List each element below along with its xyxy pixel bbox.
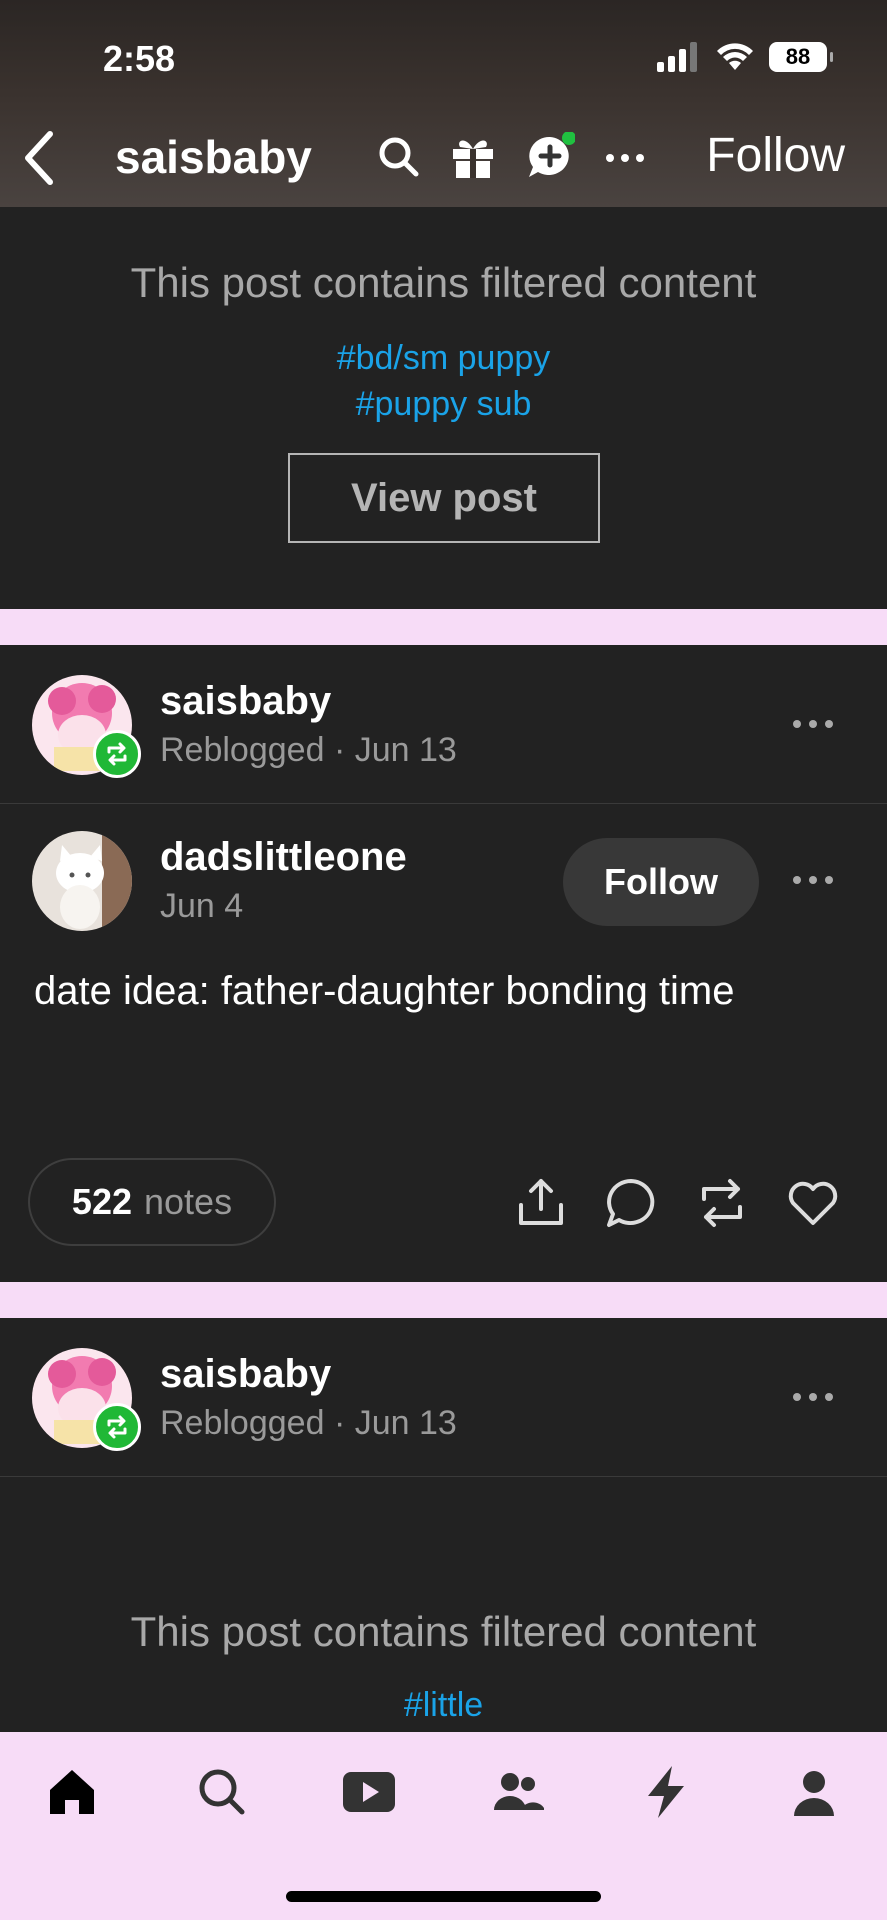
divider — [0, 803, 887, 804]
share-icon[interactable] — [513, 1175, 569, 1231]
video-icon[interactable] — [339, 1762, 399, 1822]
reblog-meta: Reblogged · Jun 13 — [160, 1404, 457, 1443]
divider — [0, 1476, 887, 1477]
battery-indicator: 88 — [769, 42, 833, 72]
status-time: 2:58 — [103, 38, 176, 79]
account-icon[interactable] — [784, 1762, 844, 1822]
search-icon[interactable] — [192, 1762, 252, 1822]
home-indicator — [286, 1891, 601, 1902]
post-body: date idea: father-daughter bonding time — [34, 969, 735, 1013]
filtered-message: This post contains filtered content — [130, 1608, 757, 1655]
author-avatar[interactable] — [32, 831, 132, 931]
reblog-badge-icon — [93, 730, 141, 778]
like-icon[interactable] — [785, 1175, 841, 1231]
reblogger-name[interactable]: saisbaby — [160, 679, 331, 724]
reblog-date: Jun 13 — [354, 731, 457, 769]
tag-link[interactable]: #bd/sm puppy — [0, 339, 887, 378]
gift-icon[interactable] — [448, 132, 498, 182]
meta-separator: · — [333, 731, 346, 769]
more-icon[interactable] — [600, 132, 650, 182]
view-post-button[interactable]: View post — [288, 453, 600, 543]
post-date: Jun 4 — [160, 887, 244, 925]
back-icon[interactable] — [20, 128, 60, 188]
more-icon[interactable] — [788, 714, 838, 734]
people-icon[interactable] — [488, 1762, 548, 1822]
notes-button[interactable]: 522 notes — [28, 1158, 276, 1246]
home-icon[interactable] — [42, 1762, 102, 1822]
reblogger-name[interactable]: saisbaby — [160, 1352, 331, 1397]
notes-count: 522 — [71, 1181, 132, 1222]
filtered-post-card: This post contains filtered content #bd/… — [0, 207, 887, 609]
nav-row: saisbaby Follow — [0, 122, 887, 196]
notes-label: notes — [144, 1181, 233, 1222]
follow-author-button[interactable]: Follow — [563, 838, 759, 926]
comment-icon[interactable] — [603, 1175, 659, 1231]
signal-icon — [657, 42, 697, 72]
follow-button[interactable]: Follow — [706, 128, 845, 183]
blog-title: saisbaby — [115, 131, 312, 183]
more-icon[interactable] — [788, 870, 838, 890]
new-chat-icon[interactable] — [525, 132, 575, 182]
reblog-date: Jun 13 — [354, 1404, 457, 1442]
wifi-icon — [717, 43, 753, 70]
filtered-message: This post contains filtered content — [130, 259, 757, 306]
reblog-badge-icon — [93, 1403, 141, 1451]
reblog-meta: Reblogged · Jun 13 — [160, 731, 457, 770]
status-icons: 88 — [657, 42, 833, 72]
activity-icon[interactable] — [636, 1762, 696, 1822]
reblog-icon[interactable] — [694, 1175, 750, 1231]
tag-link[interactable]: #little — [0, 1686, 887, 1725]
author-name[interactable]: dadslittleone — [160, 835, 407, 880]
reblog-action: Reblogged — [160, 1404, 325, 1442]
post-card: saisbaby Reblogged · Jun 13 This post co… — [0, 1318, 887, 1732]
app-header: 2:58 88 saisbaby Follow — [0, 0, 887, 207]
tag-link[interactable]: #puppy sub — [0, 385, 887, 424]
search-icon[interactable] — [374, 132, 424, 182]
reblog-action: Reblogged — [160, 731, 325, 769]
more-icon[interactable] — [788, 1387, 838, 1407]
meta-separator: · — [333, 1404, 346, 1442]
